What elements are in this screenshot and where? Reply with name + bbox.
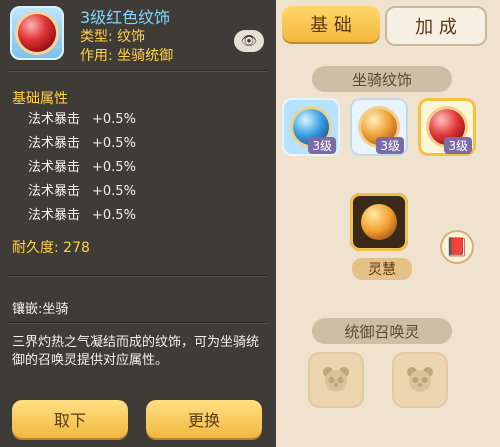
attribute-name: 法术暴击 [28, 160, 81, 175]
book-icon: 📕 [445, 236, 469, 258]
panda-icon [407, 367, 433, 392]
eye-icon: 👁 [240, 33, 258, 49]
slot-level: 3级 [444, 137, 472, 154]
replace-button[interactable]: 更换 [146, 400, 262, 438]
decor-slot-red[interactable]: 3级 [418, 98, 476, 156]
item-type: 类型: 纹饰 [80, 29, 146, 45]
attribute-row: 法术暴击 +0.5% [28, 132, 136, 156]
mount-decor-title: 坐骑纹饰 [312, 66, 452, 92]
command-summon-title: 统御召唤灵 [312, 318, 452, 344]
slot-level: 3级 [376, 137, 404, 154]
remove-button[interactable]: 取下 [12, 400, 128, 438]
preview-button[interactable]: 👁 [234, 30, 264, 52]
attribute-value: +0.5% [92, 184, 136, 199]
book-button[interactable]: 📕 [440, 230, 474, 264]
attribute-name: 法术暴击 [28, 112, 81, 127]
divider [8, 322, 268, 323]
attribute-name: 法术暴击 [28, 184, 81, 199]
item-use: 作用: 坐骑统御 [80, 48, 174, 64]
attribute-value: +0.5% [92, 136, 136, 151]
red-gem-icon [18, 14, 56, 52]
panda-icon [323, 367, 349, 392]
divider [8, 275, 268, 276]
durability: 耐久度: 278 [12, 240, 90, 256]
slot-level: 3级 [308, 137, 336, 154]
item-description: 三界灼热之气凝结而成的纹饰，可为坐骑统御的召唤灵提供对应属性。 [12, 335, 260, 368]
attribute-value: +0.5% [92, 112, 136, 127]
spirit-icon [361, 204, 397, 240]
attribute-row: 法术暴击 +0.5% [28, 156, 136, 180]
spirit-label: 灵慧 [352, 258, 412, 280]
summon-slot-2[interactable] [392, 352, 448, 408]
basic-attributes-title: 基础属性 [12, 91, 68, 107]
attribute-name: 法术暴击 [28, 208, 81, 223]
item-icon [10, 6, 64, 60]
decor-slot-gold[interactable]: 3级 [350, 98, 408, 156]
item-title: 3级红色纹饰 [80, 8, 171, 27]
tab-basic[interactable]: 基 础 [282, 6, 380, 42]
summon-slot-1[interactable] [308, 352, 364, 408]
attributes-list: 法术暴击 +0.5% 法术暴击 +0.5% 法术暴击 +0.5% 法术暴击 +0… [28, 108, 136, 228]
spirit-slot[interactable] [350, 193, 408, 251]
attribute-name: 法术暴击 [28, 136, 81, 151]
tab-bonus[interactable]: 加 成 [385, 6, 487, 46]
attribute-row: 法术暴击 +0.5% [28, 108, 136, 132]
attribute-row: 法术暴击 +0.5% [28, 204, 136, 228]
item-detail-panel: 3级红色纹饰 类型: 纹饰 作用: 坐骑统御 👁 基础属性 法术暴击 +0.5%… [0, 0, 278, 447]
inlay-info: 镶嵌:坐骑 [12, 302, 69, 317]
attribute-value: +0.5% [92, 160, 136, 175]
attribute-row: 法术暴击 +0.5% [28, 180, 136, 204]
decor-slot-blue[interactable]: 3级 [282, 98, 340, 156]
attribute-value: +0.5% [92, 208, 136, 223]
divider [8, 70, 268, 71]
